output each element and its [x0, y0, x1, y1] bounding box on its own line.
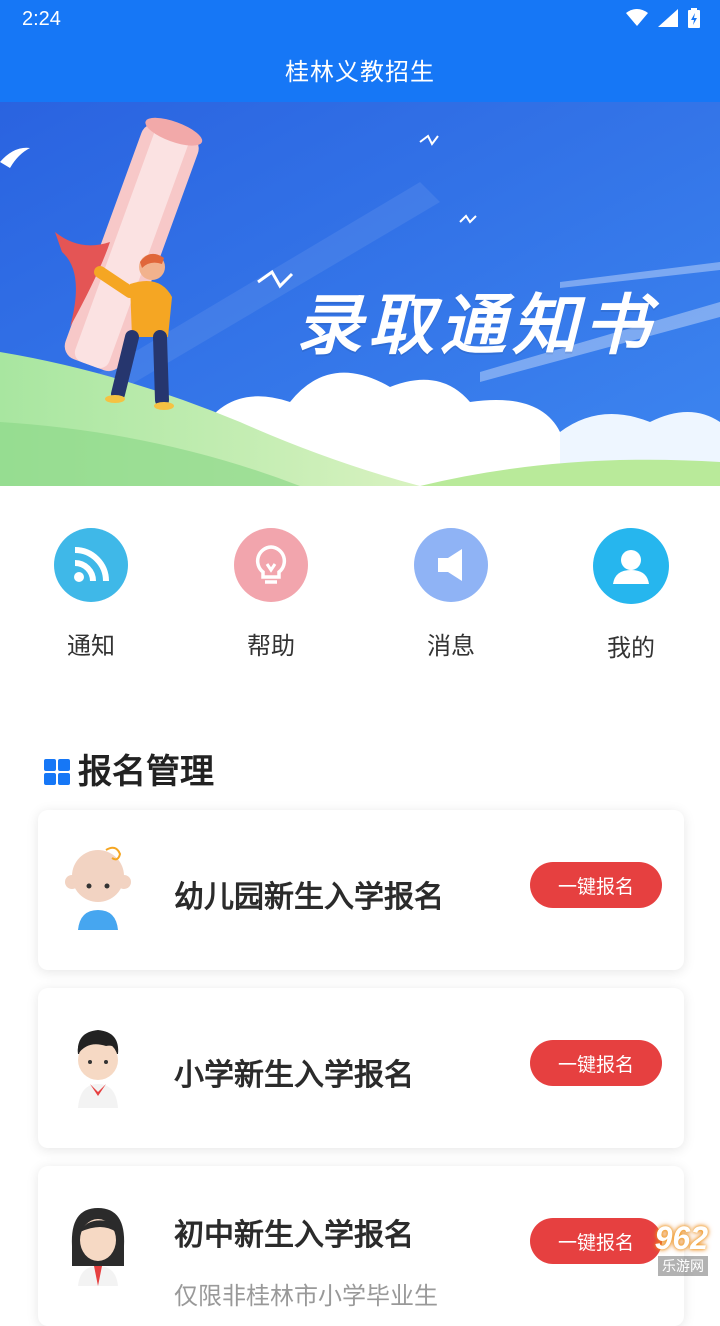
quick-help[interactable]: 帮助 [211, 528, 331, 661]
section-title: 报名管理 [78, 753, 214, 791]
card-title: 小学新生入学报名 [174, 1059, 414, 1092]
status-time: 2:24 [22, 8, 61, 30]
one-click-enroll-button[interactable]: 一键报名 [530, 862, 662, 908]
girl-avatar-icon [71, 1208, 125, 1286]
card-subtitle: 仅限非桂林市小学毕业生 [174, 1283, 438, 1310]
lightbulb-icon [234, 528, 308, 602]
admission-banner[interactable]: 录取通知书 [0, 102, 720, 486]
user-icon [593, 528, 669, 604]
quick-messages-label: 消息 [427, 633, 475, 660]
battery-charging-icon [688, 8, 700, 28]
quick-messages[interactable]: 消息 [391, 528, 511, 661]
quick-mine-label: 我的 [607, 635, 655, 662]
wifi-icon [626, 9, 648, 26]
watermark-logo: 962 [654, 1220, 708, 1256]
watermark-site: 乐游网 [658, 1256, 708, 1276]
app-header: 2:24 桂林义教招生 [0, 0, 720, 102]
card-title: 初中新生入学报名 [174, 1219, 414, 1252]
card-title: 幼儿园新生入学报名 [174, 881, 444, 914]
quick-menu: 通知 帮助 消息 我的 [0, 528, 720, 668]
banner-title: 录取通知书 [296, 288, 656, 362]
one-click-enroll-button[interactable]: 一键报名 [530, 1040, 662, 1086]
quick-notice-label: 通知 [67, 633, 115, 660]
kindergarten-enroll-card[interactable]: 幼儿园新生入学报名 一键报名 [38, 810, 684, 970]
rss-icon [54, 528, 128, 602]
baby-avatar-icon [65, 846, 131, 930]
speaker-icon [414, 528, 488, 602]
status-icons [626, 8, 700, 28]
grid-icon [44, 758, 70, 785]
section-header: 报名管理 [44, 744, 214, 793]
primary-school-enroll-card[interactable]: 小学新生入学报名 一键报名 [38, 988, 684, 1148]
quick-mine[interactable]: 我的 [571, 528, 691, 663]
page-title: 桂林义教招生 [285, 59, 435, 86]
quick-notice[interactable]: 通知 [31, 528, 151, 661]
quick-help-label: 帮助 [247, 633, 295, 660]
watermark: 962 乐游网 [582, 1220, 714, 1276]
signal-icon [658, 9, 678, 27]
boy-avatar-icon [77, 1030, 119, 1108]
